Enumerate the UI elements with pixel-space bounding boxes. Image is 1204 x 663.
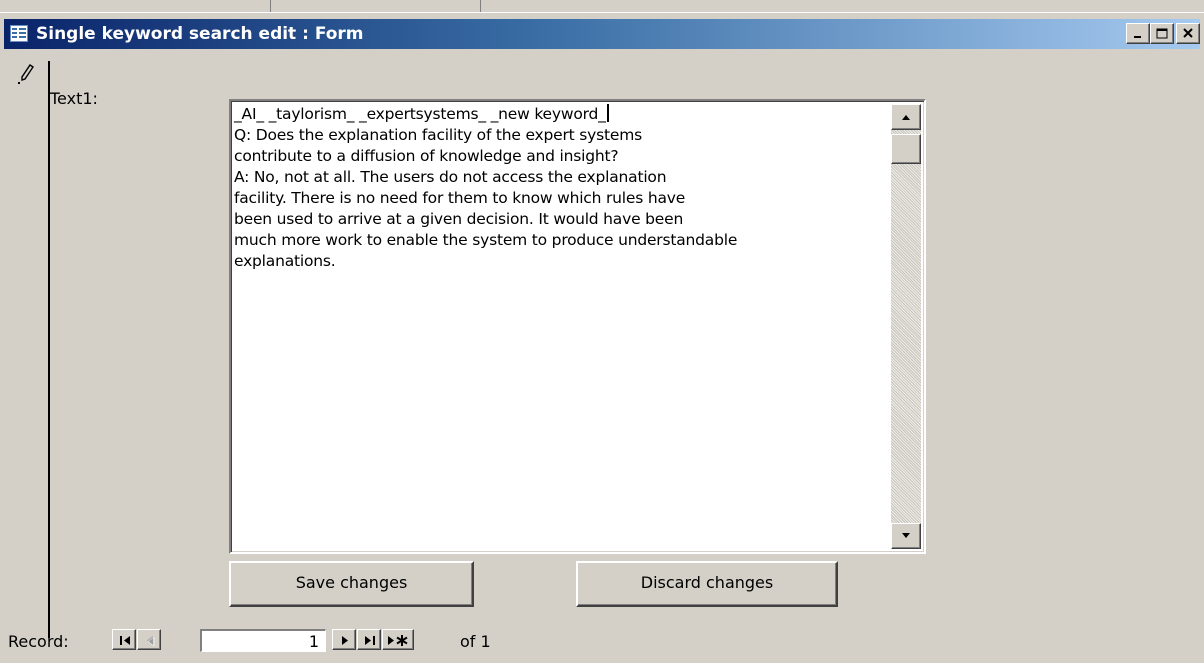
vertical-scrollbar[interactable] [891, 104, 921, 549]
first-record-button[interactable] [112, 629, 136, 650]
memo-body-text: Q: Does the explanation facility of the … [234, 126, 738, 270]
last-record-button[interactable] [357, 629, 381, 650]
maximize-button[interactable] [1150, 23, 1174, 44]
record-count-text: of 1 [460, 632, 491, 651]
new-record-button[interactable] [382, 629, 414, 650]
text1-label: Text1: [50, 89, 98, 108]
close-button[interactable] [1176, 23, 1200, 44]
next-record-button[interactable] [332, 629, 356, 650]
record-navigation-bar: Record: 1 of 1 [0, 620, 1204, 662]
form-window: Single keyword search edit : Form Text1:… [0, 12, 1204, 663]
text-cursor [606, 104, 609, 122]
current-record-input[interactable]: 1 [200, 629, 326, 652]
arrow-up-icon [902, 115, 910, 120]
save-changes-button[interactable]: Save changes [229, 561, 474, 607]
close-icon [1183, 28, 1193, 38]
strip-segment [270, 0, 481, 12]
minimize-icon [1134, 36, 1141, 38]
first-record-icon [120, 636, 130, 645]
window-title: Single keyword search edit : Form [36, 24, 364, 44]
previous-record-button[interactable] [137, 629, 161, 650]
title-bar[interactable]: Single keyword search edit : Form [4, 19, 1200, 49]
text1-memo-field[interactable]: _AI_ _taylorism_ _expertsystems_ _new ke… [229, 99, 926, 554]
record-selector[interactable] [16, 61, 50, 638]
arrow-down-icon [902, 533, 910, 538]
last-record-icon [365, 636, 375, 645]
discard-changes-button[interactable]: Discard changes [576, 561, 838, 607]
pencil-edit-icon [18, 64, 34, 84]
scroll-down-button[interactable] [891, 523, 921, 549]
memo-content[interactable]: _AI_ _taylorism_ _expertsystems_ _new ke… [234, 104, 889, 272]
maximize-icon [1156, 28, 1168, 39]
new-record-icon [388, 635, 408, 646]
strip-segment [0, 0, 271, 12]
record-label: Record: [8, 632, 69, 651]
scroll-up-button[interactable] [891, 104, 921, 130]
scroll-thumb[interactable] [891, 134, 921, 164]
next-record-icon [342, 636, 348, 645]
total-records: 1 [480, 632, 491, 651]
minimize-button[interactable] [1126, 23, 1150, 44]
background-app-strip [0, 0, 1204, 12]
of-label: of [460, 632, 476, 651]
previous-record-icon [147, 636, 155, 647]
memo-keywords-line: _AI_ _taylorism_ _expertsystems_ _new ke… [234, 105, 606, 123]
form-icon [10, 25, 28, 42]
